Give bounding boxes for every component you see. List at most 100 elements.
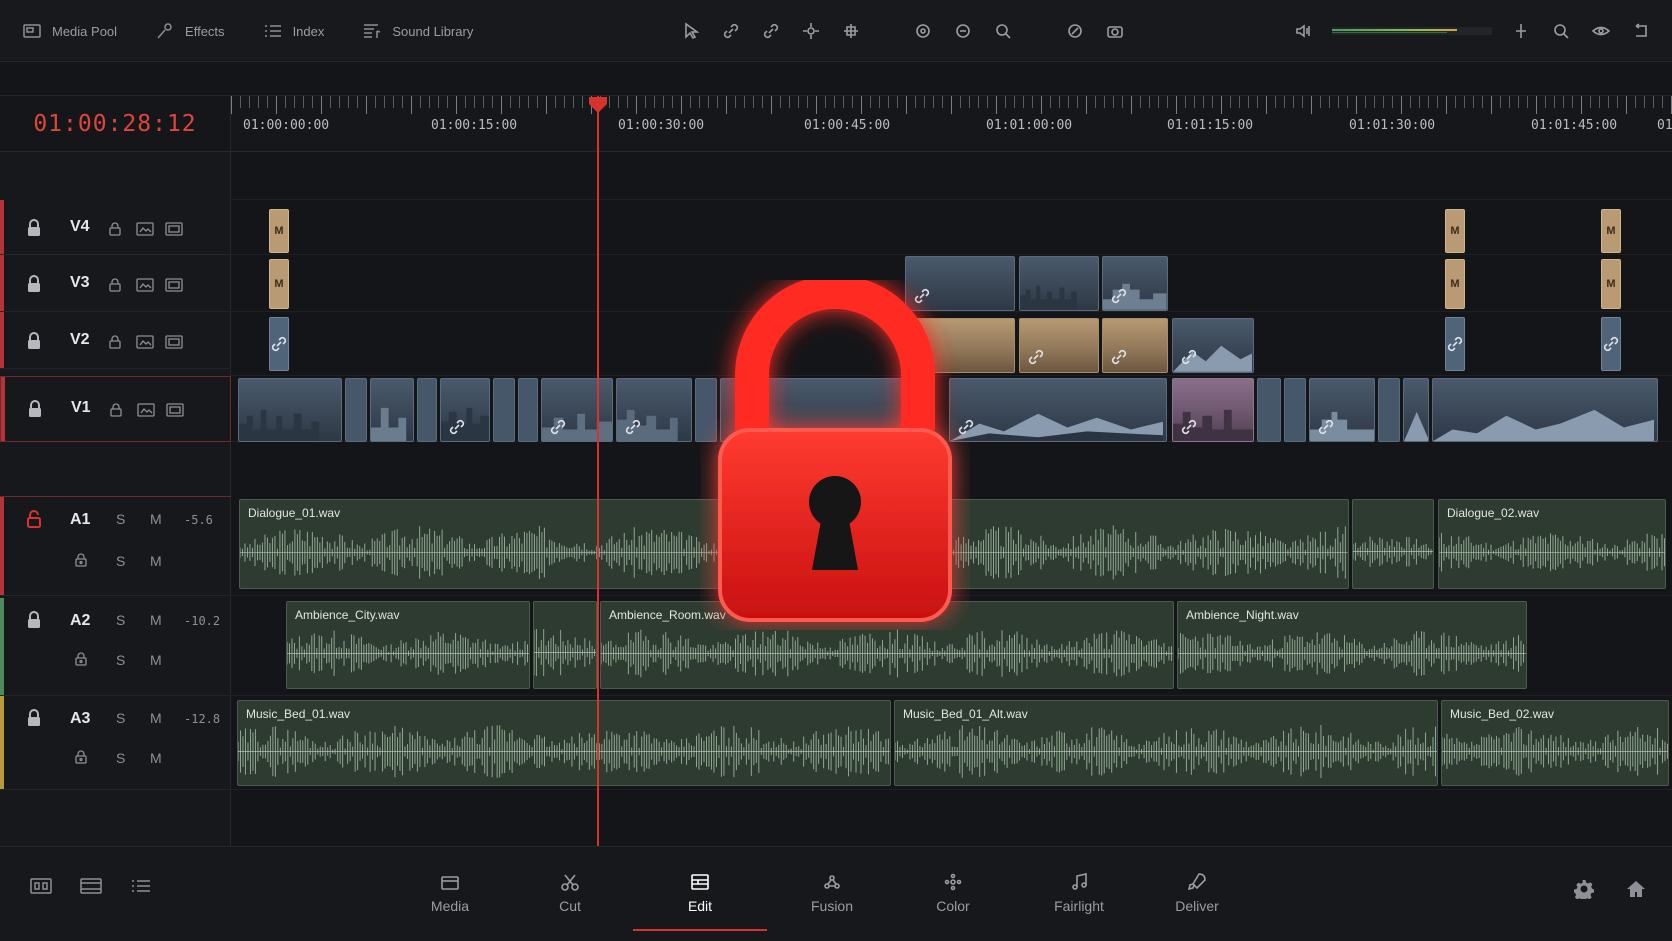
video-clip[interactable]: [493, 378, 515, 442]
marker-clip[interactable]: M: [269, 209, 289, 253]
solo-button[interactable]: S: [116, 612, 125, 628]
track-volume[interactable]: -5.6: [184, 513, 213, 527]
track-lock-icon[interactable]: [25, 610, 43, 630]
auto-select-lock-icon[interactable]: [72, 652, 90, 666]
track-header-a3[interactable]: A3 S M -12.8 S M: [0, 696, 231, 790]
link-tool[interactable]: [720, 20, 742, 42]
track-header-v1[interactable]: V1: [0, 376, 231, 442]
page-tab-cut[interactable]: Cut: [515, 857, 625, 929]
audio-clip-music-bed-02[interactable]: Music_Bed_02.wav: [1441, 700, 1669, 786]
snapping-tool[interactable]: [912, 20, 934, 42]
solo-button[interactable]: S: [116, 710, 125, 726]
track-volume[interactable]: -12.8: [184, 712, 220, 726]
video-clip[interactable]: [1257, 378, 1281, 442]
video-clip[interactable]: [1019, 256, 1099, 311]
mute-button[interactable]: M: [150, 612, 162, 628]
solo-button[interactable]: S: [116, 652, 125, 668]
track-lock-icon-open[interactable]: [25, 509, 43, 529]
audio-clip-music-bed-01-alt[interactable]: Music_Bed_01_Alt.wav: [894, 700, 1438, 786]
marker-clip[interactable]: M: [1601, 259, 1621, 309]
page-tab-color[interactable]: Color: [898, 857, 1008, 929]
marker-tool[interactable]: [1104, 20, 1126, 42]
video-clip[interactable]: [238, 378, 342, 442]
audio-meter-toggle[interactable]: [1292, 20, 1314, 42]
track-lock-icon[interactable]: [25, 331, 43, 351]
page-tab-edit[interactable]: Edit: [633, 857, 767, 931]
flag-tool[interactable]: [1064, 20, 1086, 42]
video-clip[interactable]: [1172, 318, 1254, 373]
settings-button[interactable]: [1574, 879, 1594, 904]
mute-button[interactable]: M: [150, 652, 162, 668]
zoom-tool[interactable]: [992, 20, 1014, 42]
view-button[interactable]: [1590, 20, 1612, 42]
track-header-a2[interactable]: A2 S M -10.2 S M: [0, 598, 231, 696]
marker-clip[interactable]: M: [269, 259, 289, 309]
mute-button[interactable]: M: [150, 710, 162, 726]
track-volume[interactable]: -10.2: [184, 614, 220, 628]
solo-button[interactable]: S: [116, 511, 125, 527]
auto-select-lock-icon[interactable]: [107, 403, 125, 417]
home-button[interactable]: [1626, 879, 1646, 904]
track-enable-icon[interactable]: [165, 335, 183, 349]
track-enable-icon[interactable]: [165, 278, 183, 292]
selection-tool[interactable]: [680, 20, 702, 42]
search-button[interactable]: [1550, 20, 1572, 42]
video-clip[interactable]: [370, 378, 414, 442]
video-clip[interactable]: [1102, 318, 1168, 373]
video-clip[interactable]: [518, 378, 538, 442]
video-clip[interactable]: [417, 378, 437, 442]
linked-clip[interactable]: [269, 317, 289, 371]
index-button[interactable]: Index: [263, 21, 324, 41]
video-clip[interactable]: [1403, 378, 1429, 442]
video-clip[interactable]: [1432, 378, 1658, 442]
video-clip[interactable]: [1172, 378, 1254, 442]
linked-selection-tool[interactable]: [760, 20, 782, 42]
marker-clip[interactable]: M: [1445, 209, 1465, 253]
sound-library-button[interactable]: Sound Library: [362, 21, 473, 41]
page-tab-fairlight[interactable]: Fairlight: [1024, 857, 1134, 929]
track-header-v2[interactable]: V2: [0, 312, 231, 369]
marker-clip[interactable]: M: [1445, 259, 1465, 309]
video-clip[interactable]: [1102, 256, 1168, 311]
linked-clip[interactable]: [1601, 317, 1621, 371]
track-lock-icon[interactable]: [25, 708, 43, 728]
trim-tool[interactable]: [840, 20, 862, 42]
mute-button[interactable]: M: [150, 553, 162, 569]
media-pool-button[interactable]: Media Pool: [22, 21, 117, 41]
auto-select-lock-icon[interactable]: [72, 750, 90, 764]
track-lock-icon[interactable]: [25, 218, 43, 238]
auto-select-lock-icon[interactable]: [72, 553, 90, 567]
video-clip[interactable]: [1284, 378, 1306, 442]
track-lock-icon[interactable]: [26, 399, 44, 419]
track-header-a1[interactable]: A1 S M -5.6 S M: [0, 496, 231, 596]
solo-button[interactable]: S: [116, 750, 125, 766]
track-lock-icon[interactable]: [25, 274, 43, 294]
page-tab-media[interactable]: Media: [395, 857, 505, 929]
timeline-ruler[interactable]: 01:00:00:00 01:00:15:00 01:00:30:00 01:0…: [231, 96, 1672, 152]
auto-select-icon[interactable]: [137, 403, 155, 417]
page-tab-fusion[interactable]: Fusion: [777, 857, 887, 929]
marker-clip[interactable]: M: [1601, 209, 1621, 253]
effects-button[interactable]: Effects: [155, 21, 225, 41]
audio-clip-dialogue-01-tail[interactable]: [1352, 499, 1434, 589]
video-clip[interactable]: [1378, 378, 1400, 442]
auto-select-icon[interactable]: [136, 335, 154, 349]
video-clip[interactable]: [541, 378, 613, 442]
page-tab-deliver[interactable]: Deliver: [1142, 857, 1252, 929]
video-clip[interactable]: [440, 378, 490, 442]
mute-button[interactable]: M: [150, 750, 162, 766]
video-clip[interactable]: [1309, 378, 1375, 442]
split-button[interactable]: [1510, 20, 1532, 42]
auto-select-lock-icon[interactable]: [106, 278, 124, 292]
track-enable-icon[interactable]: [166, 403, 184, 417]
audio-clip-music-bed-01[interactable]: Music_Bed_01.wav: [237, 700, 891, 786]
audio-clip[interactable]: [533, 601, 597, 689]
video-clip[interactable]: [345, 378, 367, 442]
video-clip[interactable]: [949, 378, 1167, 442]
position-lock-tool[interactable]: [952, 20, 974, 42]
mute-button[interactable]: M: [150, 511, 162, 527]
solo-button[interactable]: S: [116, 553, 125, 569]
video-clip[interactable]: [1019, 318, 1099, 373]
auto-select-icon[interactable]: [136, 278, 154, 292]
linked-clip[interactable]: [1445, 317, 1465, 371]
